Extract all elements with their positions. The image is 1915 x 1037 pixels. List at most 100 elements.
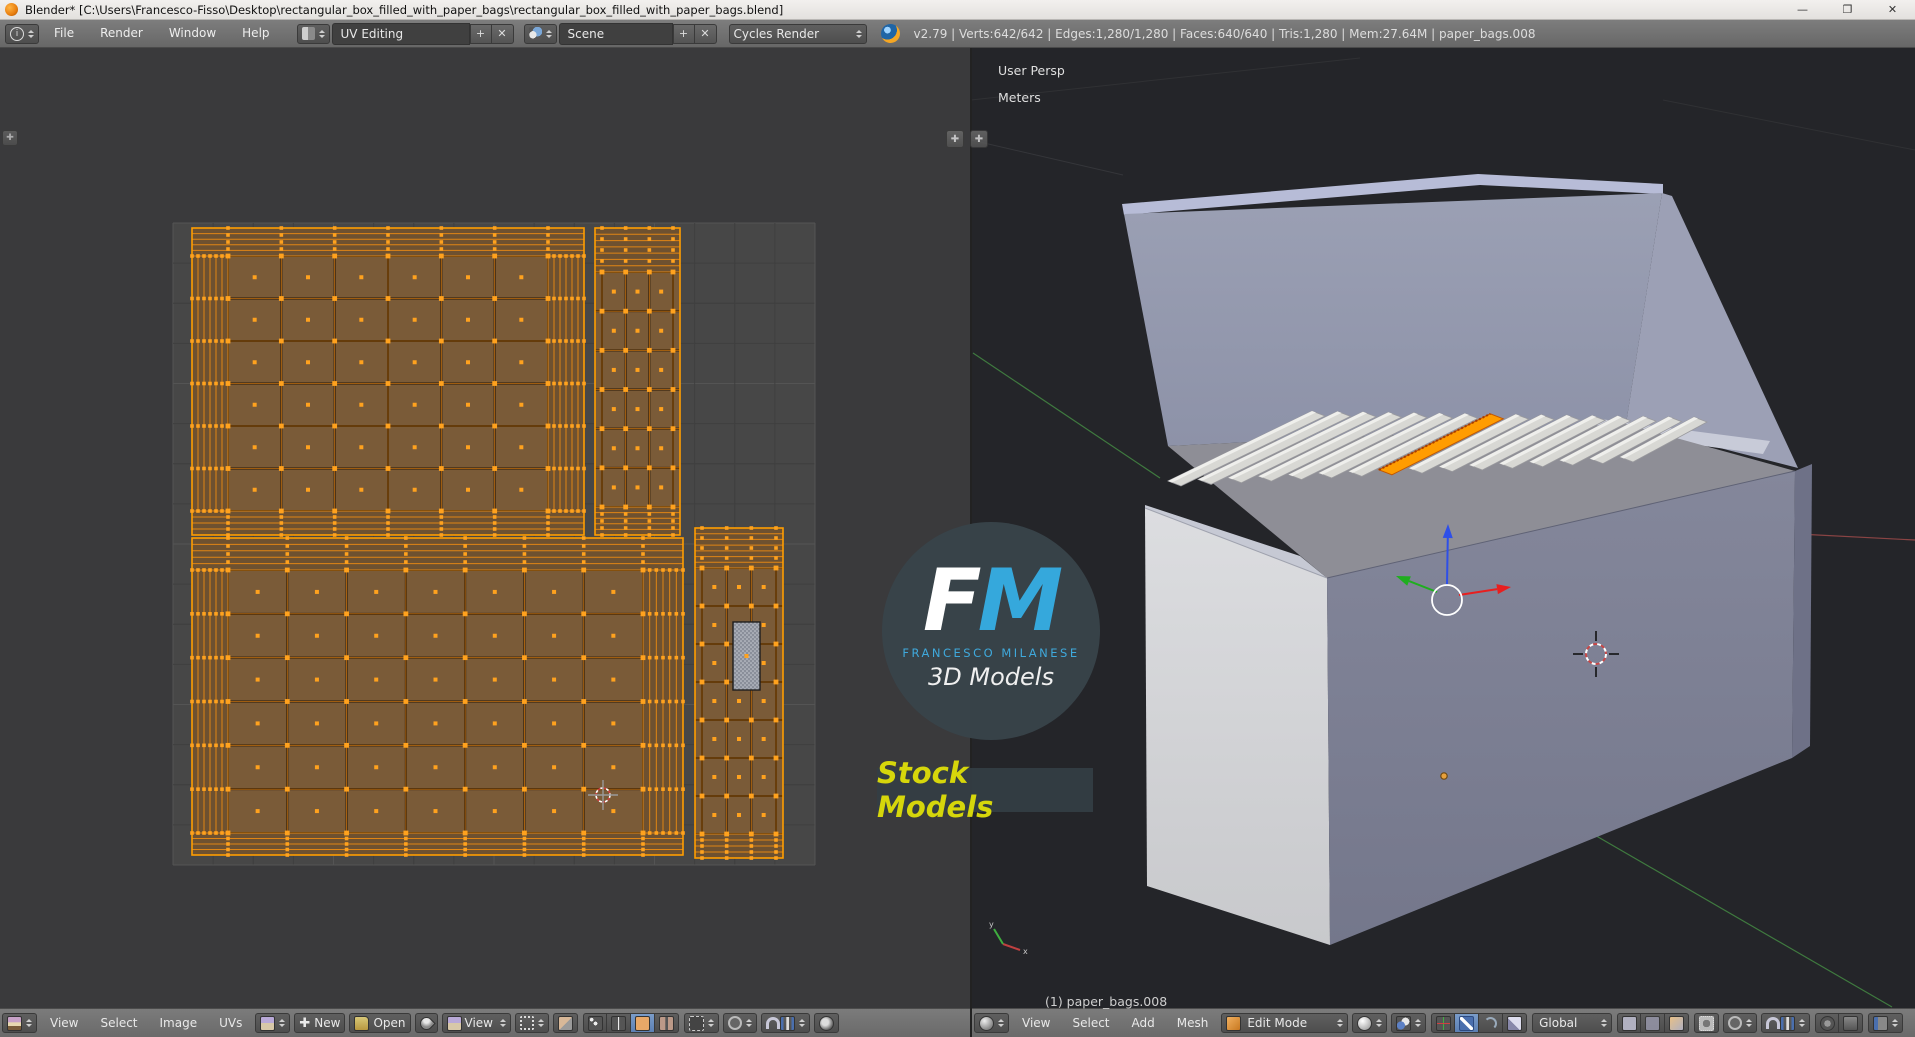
blender-logo-icon <box>880 24 900 43</box>
vertex-mode-button[interactable] <box>1617 1013 1642 1033</box>
title-bar: Blender* [C:\Users\Francesco-Fisso\Deskt… <box>0 0 1915 20</box>
uv-snap-target-widget[interactable] <box>515 1013 549 1033</box>
edge-mode-button[interactable] <box>1641 1013 1666 1033</box>
uv-edge-select-button[interactable] <box>607 1013 631 1033</box>
add-layout-button[interactable]: + <box>469 23 492 44</box>
scene-name-field[interactable]: Scene <box>558 22 673 45</box>
chevron-updown-icon <box>1376 1016 1383 1030</box>
open-image-button[interactable]: Open <box>349 1013 411 1033</box>
fm-initials: FM <box>922 551 1063 651</box>
snap-element-icon <box>780 1015 795 1031</box>
chevron-updown-icon <box>1601 1016 1608 1030</box>
proportional-edit-icon <box>1728 1016 1743 1030</box>
add-scene-button[interactable]: + <box>672 23 695 44</box>
opengl-render-anim-button[interactable] <box>1839 1013 1864 1033</box>
v3d-menu-add[interactable]: Add <box>1121 1016 1166 1030</box>
uv-sticky-select-widget[interactable] <box>684 1013 719 1033</box>
sticky-select-icon <box>689 1015 704 1031</box>
manipulator-scale-button[interactable] <box>1503 1013 1528 1033</box>
delete-layout-button[interactable]: ✕ <box>491 23 514 44</box>
uv-editor-canvas[interactable] <box>0 48 970 1008</box>
chevron-updown-icon <box>746 1016 752 1030</box>
chevron-updown-icon <box>799 1016 805 1030</box>
minimize-button[interactable]: — <box>1780 0 1825 19</box>
snap-target-icon <box>520 1016 534 1030</box>
manipulator-rotate-button[interactable] <box>1479 1013 1504 1033</box>
menu-window[interactable]: Window <box>156 20 229 47</box>
transform-orientation-select[interactable]: Global <box>1532 1013 1613 1033</box>
uv-draw-type-widget[interactable]: View <box>441 1013 511 1033</box>
chevron-updown-icon <box>708 1016 714 1030</box>
region-expand-buttons: ✚ ✚ <box>946 130 988 148</box>
new-image-button[interactable]: ✚ New <box>294 1013 346 1033</box>
uv-proportional-edit-widget[interactable] <box>723 1013 757 1033</box>
interaction-mode-select[interactable]: Edit Mode <box>1221 1013 1349 1033</box>
expand-region-right-button[interactable]: ✚ <box>970 130 988 148</box>
blender-app-icon <box>5 3 18 16</box>
uv-snap-widget[interactable] <box>761 1013 810 1033</box>
uv-island-select-button[interactable] <box>655 1013 679 1033</box>
delete-scene-button[interactable]: ✕ <box>694 23 717 44</box>
transform-orientation-label: Global <box>1539 1016 1578 1030</box>
active-object-label: (1) paper_bags.008 <box>1045 994 1168 1009</box>
v3d-editor-type-widget[interactable] <box>974 1013 1009 1033</box>
image-icon <box>446 1015 462 1031</box>
menu-help[interactable]: Help <box>229 20 282 47</box>
pivot-center-widget[interactable] <box>1391 1013 1427 1033</box>
uv-menu-view[interactable]: View <box>39 1016 89 1030</box>
opengl-render-anim-icon <box>1843 1015 1859 1031</box>
manipulator-translate-button[interactable] <box>1455 1013 1480 1033</box>
expand-region-left-button[interactable]: ✚ <box>946 130 964 148</box>
snap-magnet-icon <box>766 1017 780 1029</box>
v3d-menu-select[interactable]: Select <box>1061 1016 1120 1030</box>
edge-mode-cube-icon <box>1645 1015 1661 1031</box>
limit-selection-visible-toggle[interactable] <box>1694 1013 1720 1033</box>
manipulator-axis-button[interactable] <box>1431 1013 1456 1033</box>
proportional-edit-icon <box>728 1016 742 1030</box>
clip-border-widget[interactable] <box>1868 1013 1904 1033</box>
menu-render[interactable]: Render <box>87 20 156 47</box>
logo-subtitle: 3D Models <box>928 663 1054 691</box>
mesh-select-mode-group <box>1617 1013 1690 1033</box>
uv-menu-uvs[interactable]: UVs <box>208 1016 253 1030</box>
uv-vertex-select-button[interactable] <box>583 1013 607 1033</box>
scene-widget[interactable] <box>523 23 557 44</box>
face-mode-button[interactable] <box>1665 1013 1690 1033</box>
uv-face-select-button[interactable] <box>631 1013 655 1033</box>
viewport-shading-widget[interactable] <box>1352 1013 1388 1033</box>
info-icon: i <box>10 26 24 41</box>
manipulator-axis-icon <box>1435 1015 1451 1031</box>
uv-sync-selection-toggle[interactable] <box>553 1013 578 1033</box>
uv-menu-image[interactable]: Image <box>149 1016 209 1030</box>
chevron-updown-icon <box>26 1016 32 1030</box>
render-engine-select[interactable]: Cycles Render <box>728 23 867 44</box>
edge-select-icon <box>611 1015 626 1031</box>
chevron-updown-icon <box>1799 1016 1806 1030</box>
snap-element-icon <box>1780 1015 1796 1031</box>
chevron-updown-icon <box>855 27 862 41</box>
fm-watermark-logo: FM FRANCESCO MILANESE 3D Models <box>882 522 1100 740</box>
proportional-edit-widget[interactable] <box>1723 1013 1758 1033</box>
viewport-3d-canvas[interactable]: xy <box>970 48 1915 1008</box>
v3d-menu-view[interactable]: View <box>1011 1016 1061 1030</box>
uv-editor-type-widget[interactable] <box>2 1013 37 1033</box>
screen-layout-widget[interactable] <box>296 23 330 44</box>
uv-menu-select[interactable]: Select <box>89 1016 148 1030</box>
snap-widget[interactable] <box>1761 1013 1811 1033</box>
chevron-updown-icon <box>538 1016 544 1030</box>
close-button[interactable]: ✕ <box>1870 0 1915 19</box>
image-browse-widget[interactable] <box>255 1013 291 1033</box>
svg-text:x: x <box>1023 947 1028 956</box>
face-select-icon <box>635 1015 650 1031</box>
editor-type-info-widget[interactable]: i <box>5 23 39 44</box>
chevron-updown-icon <box>318 27 325 41</box>
v3d-menu-mesh[interactable]: Mesh <box>1166 1016 1220 1030</box>
menu-file[interactable]: File <box>41 20 87 47</box>
pin-image-button[interactable] <box>414 1013 438 1033</box>
chevron-updown-icon <box>1892 1016 1899 1030</box>
maximize-button[interactable]: ❐ <box>1825 0 1870 19</box>
opengl-render-still-button[interactable] <box>1815 1013 1840 1033</box>
expand-toolshelf-button[interactable]: ✚ <box>2 130 18 146</box>
screen-layout-name-field[interactable]: UV Editing <box>331 22 470 45</box>
uv-render-uv-button[interactable] <box>814 1013 839 1033</box>
